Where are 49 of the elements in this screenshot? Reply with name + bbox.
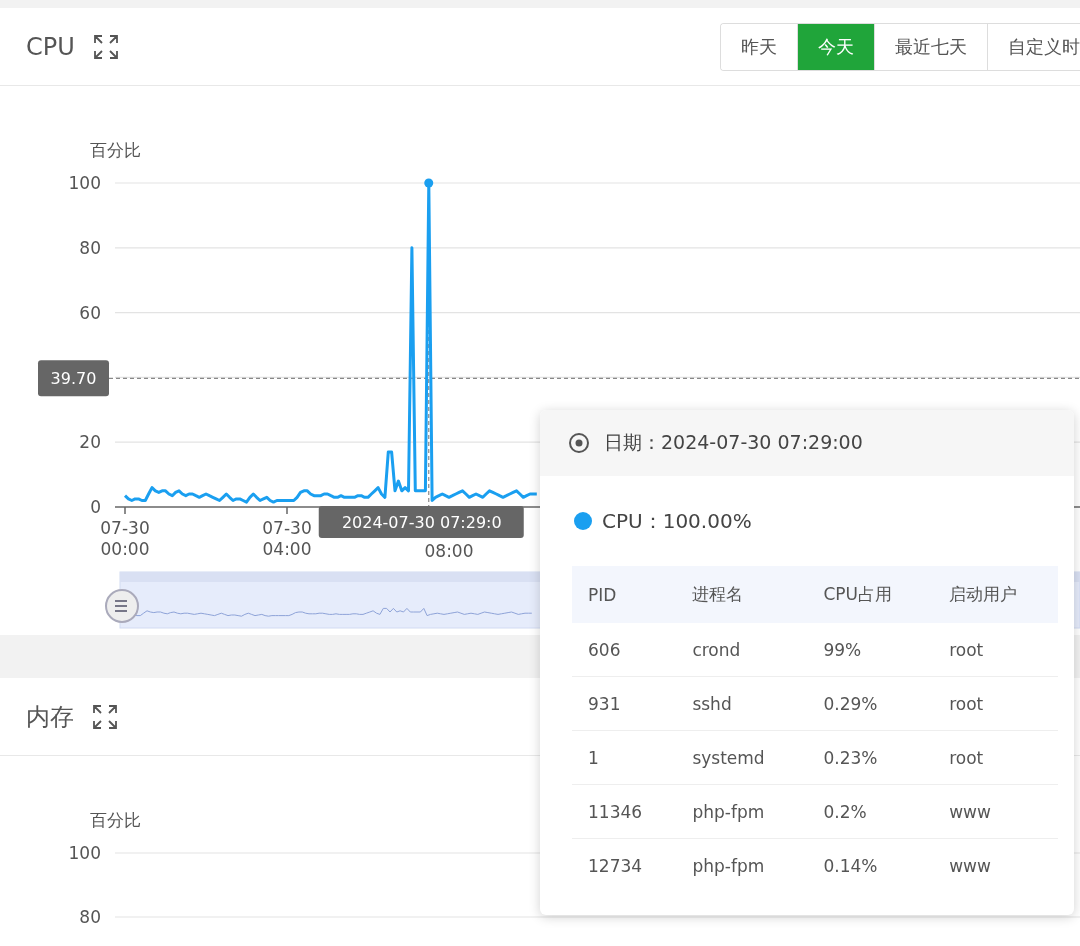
table-cell: 0.29% bbox=[807, 676, 934, 731]
panel-title: 内存 bbox=[26, 701, 74, 733]
pointer-label: 2024-07-30 07:29:0 bbox=[318, 506, 524, 538]
table-cell: root bbox=[933, 623, 1058, 677]
table-cell: www bbox=[933, 838, 1058, 892]
axis-title: 百分比 bbox=[89, 140, 141, 160]
target-icon bbox=[568, 432, 590, 454]
axis-tick-label: 80 bbox=[79, 237, 101, 258]
column-header: CPU占用 bbox=[807, 566, 934, 623]
series-value: CPU：100.00% bbox=[602, 507, 752, 535]
table-cell: 606 bbox=[572, 623, 677, 677]
pointer-label: 39.70 bbox=[38, 360, 109, 397]
table-cell: 99% bbox=[807, 623, 934, 677]
table-cell: sshd bbox=[676, 676, 808, 731]
table-cell: 11346 bbox=[572, 784, 677, 839]
axis-title: 百分比 bbox=[89, 810, 141, 830]
axis-tick-label: 100 bbox=[68, 843, 101, 863]
table-cell: systemd bbox=[676, 730, 808, 785]
axis-tick-label: 08:00 bbox=[424, 541, 474, 561]
table-cell: 1 bbox=[572, 730, 677, 785]
table-cell: php-fpm bbox=[676, 784, 808, 839]
axis-tick-label: 07-30 00:00 bbox=[100, 518, 150, 559]
tooltip-date: 日期：2024-07-30 07:29:00 bbox=[604, 430, 863, 455]
column-header: 启动用户 bbox=[933, 566, 1058, 623]
column-header: 进程名 bbox=[676, 566, 808, 623]
fullscreen-icon[interactable] bbox=[92, 703, 118, 730]
slider-handle-icon[interactable] bbox=[105, 589, 139, 623]
range-tab[interactable]: 昨天 bbox=[721, 23, 798, 70]
fullscreen-icon[interactable] bbox=[92, 33, 119, 60]
axis-tick-label: 0 bbox=[90, 497, 101, 517]
table-cell: www bbox=[933, 784, 1058, 839]
table-cell: root bbox=[933, 730, 1058, 785]
table-cell: root bbox=[933, 676, 1058, 731]
table-cell: 12734 bbox=[572, 838, 677, 892]
axis-tick-label: 60 bbox=[79, 302, 101, 323]
column-header: PID bbox=[572, 566, 677, 623]
table-cell: crond bbox=[676, 623, 808, 677]
table-cell: 0.2% bbox=[807, 784, 934, 839]
table-cell: 931 bbox=[572, 676, 677, 731]
axis-tick-label: 100 bbox=[68, 173, 101, 193]
table-cell: 0.14% bbox=[807, 838, 934, 892]
ref-line-label: 39.70 bbox=[50, 369, 97, 389]
axis-tick-label: 20 bbox=[79, 432, 101, 453]
axis-tick-label: 07-30 04:00 bbox=[262, 518, 312, 559]
panel-title: CPU bbox=[26, 32, 75, 61]
axis-tick-label: 80 bbox=[79, 907, 101, 927]
table-cell: 0.23% bbox=[807, 730, 934, 785]
data-point bbox=[424, 178, 434, 188]
table-cell: php-fpm bbox=[676, 838, 808, 892]
